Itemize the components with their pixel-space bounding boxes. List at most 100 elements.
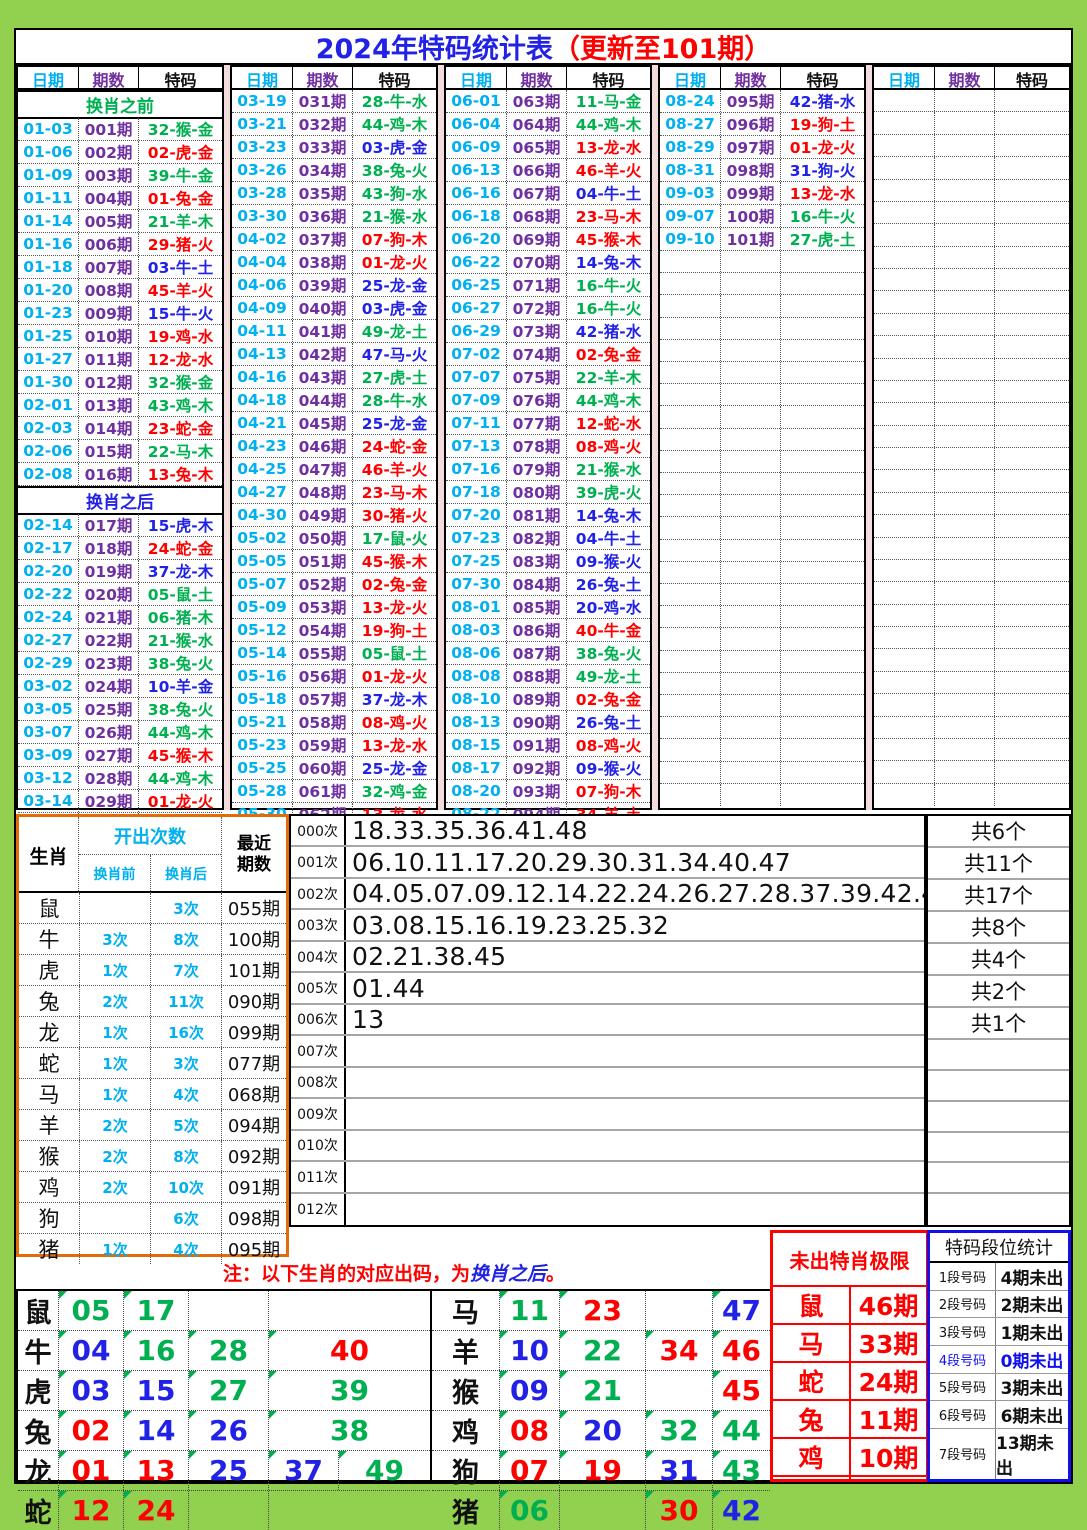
limit-zodiac: 马: [773, 1325, 849, 1361]
segment-label: 5段号码: [930, 1374, 996, 1401]
draw-period: 024期: [78, 675, 138, 697]
count-before-change: [79, 893, 150, 923]
draw-date: 06-27: [446, 297, 506, 319]
count-after-change: 3次: [150, 893, 221, 923]
zodiac-stats-body: 鼠3次055期牛3次8次100期虎1次7次101期兔2次11次090期龙1次16…: [19, 893, 286, 1252]
draw-date: 07-07: [446, 366, 506, 388]
draw-special-number: 26-兔-土: [566, 711, 650, 733]
draw-special-number: 27-虎-土: [780, 228, 864, 250]
draw-special-number: [780, 606, 864, 627]
draw-special-number: 07-狗-木: [566, 780, 650, 802]
number-cell: 46: [712, 1331, 770, 1370]
draw-date: 06-20: [446, 228, 506, 250]
draw-period: 058期: [292, 711, 352, 733]
draw-date: 07-25: [446, 550, 506, 572]
frequency-row: 002次04.05.07.09.12.14.22.24.26.27.28.37.…: [291, 879, 924, 910]
draw-period: 092期: [506, 757, 566, 779]
draw-period: 019期: [78, 560, 138, 582]
col-header-period: 期数: [78, 67, 138, 91]
draw-row: 05-25060期25-龙-金: [232, 757, 436, 780]
draw-special-number: [780, 340, 864, 361]
draw-period: 011期: [78, 348, 138, 370]
draw-special-number: [994, 112, 1069, 133]
draw-row: 05-14055期05-鼠-土: [232, 642, 436, 665]
zodiac-stats-row: 羊2次5次094期: [19, 1110, 286, 1141]
draw-special-number: 42-猪-水: [780, 90, 864, 112]
draw-period: 031期: [292, 90, 352, 112]
draw-date: [874, 448, 934, 469]
page-title: 2024年特码统计表 （更新至101期）: [16, 30, 1071, 63]
draw-period: 041期: [292, 320, 352, 342]
draw-special-number: 01-龙-火: [352, 251, 436, 273]
number-cell: 01: [58, 1451, 123, 1490]
draw-special-number: 38-兔-火: [352, 159, 436, 181]
frequency-count: 共2个: [928, 976, 1069, 1008]
segment-value: 0期未出: [996, 1346, 1068, 1373]
number-cell: 25: [188, 1451, 268, 1490]
draw-special-number: 14-兔-木: [566, 504, 650, 526]
draw-row: 07-30084期26-兔-土: [446, 573, 650, 596]
draw-special-number: [994, 269, 1069, 290]
group-body: 06-01063期11-马-金06-04064期44-鸡-木06-09065期1…: [446, 90, 650, 806]
draw-row: [874, 269, 1069, 291]
draw-period: 046期: [292, 435, 352, 457]
limit-row: 兔11期: [773, 1401, 926, 1439]
draw-period: 081期: [506, 504, 566, 526]
draw-date: [874, 649, 934, 670]
draw-row: [874, 448, 1069, 470]
zodiac-stats-row: 龙1次16次099期: [19, 1017, 286, 1048]
number-cell: 07: [499, 1451, 559, 1490]
segment-label: 7段号码: [930, 1429, 996, 1479]
draw-date: [874, 493, 934, 514]
draw-date: [874, 627, 934, 648]
zodiac-stats-row: 狗6次098期: [19, 1203, 286, 1234]
draw-special-number: 25-龙-金: [352, 274, 436, 296]
draw-date: 02-20: [18, 560, 78, 582]
draw-special-number: 24-蛇-金: [352, 435, 436, 457]
draw-date: [660, 673, 720, 694]
draw-row: [874, 381, 1069, 403]
count-before-change: 2次: [79, 1141, 150, 1171]
segment-label: 4段号码: [930, 1346, 996, 1373]
draw-date: 07-13: [446, 435, 506, 457]
draw-special-number: [994, 784, 1069, 806]
draw-special-number: [780, 384, 864, 405]
draw-period: 047期: [292, 458, 352, 480]
draw-period: 073期: [506, 320, 566, 342]
draw-special-number: 44-鸡-木: [138, 767, 222, 789]
number-cell: 38: [268, 1411, 430, 1450]
zodiac-name: 羊: [19, 1110, 79, 1140]
draw-period: 033期: [292, 136, 352, 158]
draw-row: [874, 538, 1069, 560]
draw-date: [660, 562, 720, 583]
draw-special-number: 25-龙-金: [352, 412, 436, 434]
draw-date: [874, 761, 934, 782]
table-group-5: 日期 期数 特码: [872, 65, 1071, 810]
zodiac-stats-row: 虎1次7次101期: [19, 955, 286, 986]
limit-row: 蛇24期: [773, 1363, 926, 1401]
draw-special-number: [780, 273, 864, 294]
draw-special-number: 01-兔-金: [138, 187, 222, 209]
title-main: 2024年特码统计表: [316, 27, 553, 66]
draw-row: [874, 627, 1069, 649]
draw-special-number: [994, 560, 1069, 581]
draw-period: 096期: [720, 113, 780, 135]
draw-row: [874, 582, 1069, 604]
frequency-row: 000次18.33.35.36.41.48: [291, 816, 924, 847]
number-cell: 32: [645, 1411, 712, 1450]
draw-row: 04-23046期24-蛇-金: [232, 435, 436, 458]
count-after-change: 4次: [150, 1079, 221, 1109]
draw-period: 063期: [506, 90, 566, 112]
bottom-number-row: 龙0113253749: [18, 1451, 430, 1491]
bottom-number-row: 羊10223446: [432, 1331, 770, 1371]
count-after-change: 8次: [150, 1141, 221, 1171]
draw-date: 01-25: [18, 325, 78, 347]
draw-row: 02-03014期23-蛇-金: [18, 417, 222, 440]
limit-zodiac: [773, 1477, 849, 1479]
draw-date: 04-11: [232, 320, 292, 342]
draw-row: 05-23059期13-龙-水: [232, 734, 436, 757]
draw-date: [874, 247, 934, 268]
draw-row: 01-14005期21-羊-木: [18, 210, 222, 233]
draw-special-number: 38-兔-火: [138, 652, 222, 674]
draw-period: [720, 473, 780, 494]
